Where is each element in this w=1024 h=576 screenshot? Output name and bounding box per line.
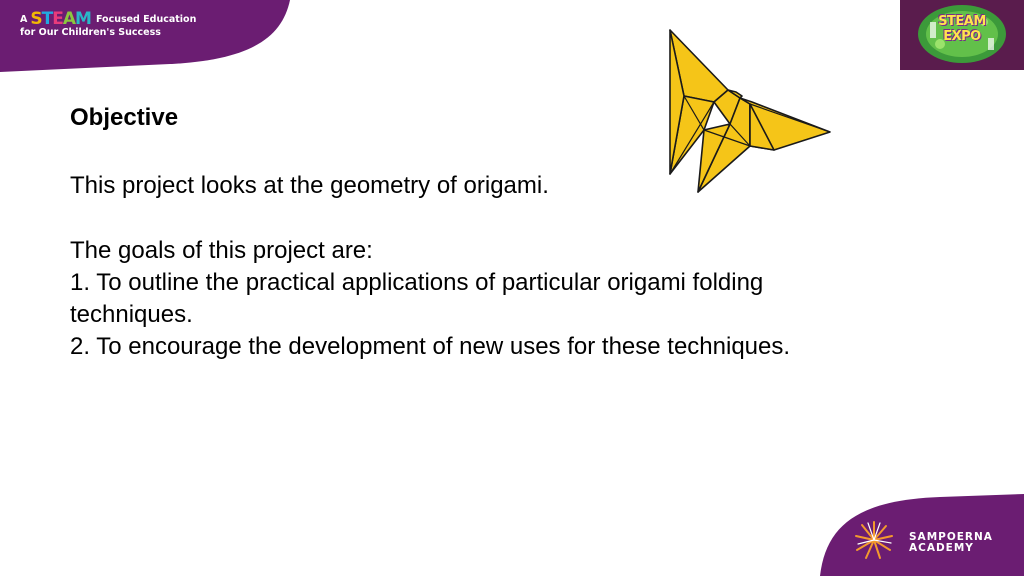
tagline: A STEAM Focused Education for Our Childr… [20, 11, 197, 39]
academy-name-line2: ACADEMY [909, 542, 974, 554]
expo-logo-text: STEAM EXPO [900, 14, 1024, 44]
slide: A STEAM Focused Education for Our Childr… [0, 0, 1024, 576]
goal-item-1: 1. To outline the practical applications… [70, 269, 764, 328]
intro-text: This project looks at the geometry of or… [70, 172, 549, 199]
steam-wordmark: STEAM [30, 11, 92, 28]
academy-starburst-icon [855, 521, 893, 559]
academy-name: SAMPOERNA ACADEMY [909, 532, 993, 554]
slide-content: Objective This project looks at the geom… [70, 100, 890, 363]
tagline-prefix: A [20, 14, 28, 25]
bottom-banner: SAMPOERNA ACADEMY [820, 494, 1024, 576]
top-banner: A STEAM Focused Education for Our Childr… [0, 0, 290, 72]
slide-heading: Objective [70, 104, 179, 131]
tagline-suffix: Focused Education [95, 14, 197, 25]
steam-expo-logo: STEAM EXPO [900, 0, 1024, 70]
goals-title: The goals of this project are: [70, 237, 373, 264]
expo-logo-line2: EXPO [943, 29, 981, 44]
tagline-line2: for Our Children's Success [20, 27, 161, 38]
expo-logo-line1: STEAM [938, 14, 986, 29]
goal-item-2: 2. To encourage the development of new u… [70, 333, 791, 360]
